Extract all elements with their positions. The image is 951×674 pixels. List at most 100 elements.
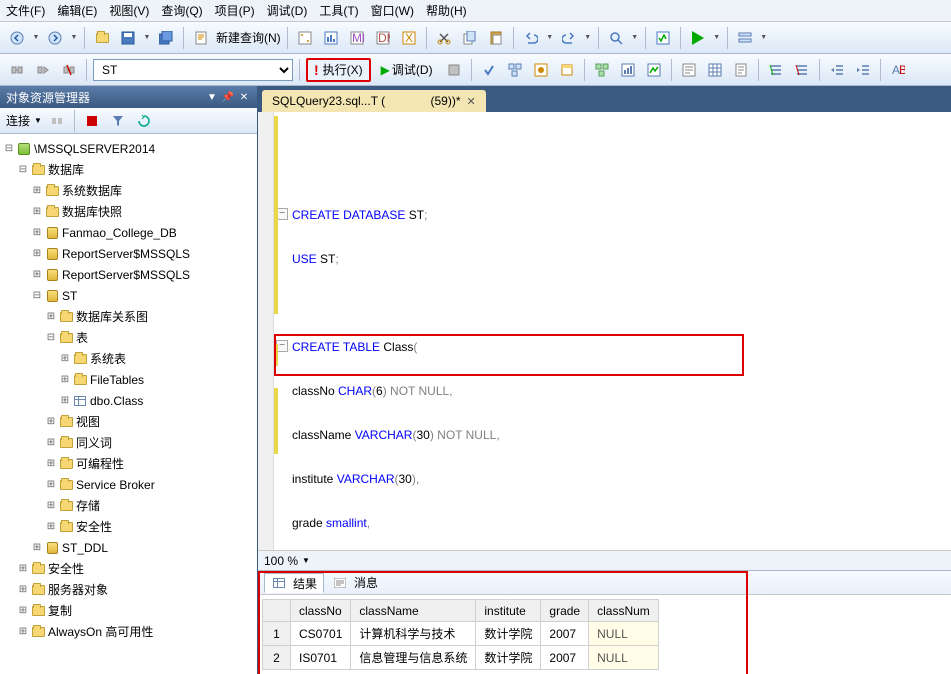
collapse-icon[interactable]: ⊟ [16,164,30,175]
menu-help[interactable]: 帮助(H) [426,2,467,19]
cell[interactable]: CS0701 [291,622,351,646]
copy-icon[interactable] [459,27,481,49]
include-plan-icon[interactable] [591,59,613,81]
tree-diagrams[interactable]: 数据库关系图 [76,308,148,325]
col-header[interactable]: className [351,600,476,622]
tree-db2[interactable]: ReportServer$MSSQLS [62,247,190,261]
cell[interactable]: 2007 [541,646,589,670]
col-header[interactable]: classNo [291,600,351,622]
find-icon[interactable] [605,27,627,49]
expand-icon[interactable]: ⊞ [44,458,58,469]
expand-icon[interactable]: ⊞ [30,185,44,196]
collapse-icon[interactable]: ⊟ [2,143,16,154]
expand-icon[interactable]: ⊞ [30,227,44,238]
undo-dropdown[interactable]: ▼ [546,27,554,49]
query-designer-icon[interactable] [294,27,316,49]
comment-out-icon[interactable] [765,59,787,81]
tree-systables[interactable]: 系统表 [90,350,126,367]
collapse-icon[interactable]: ⊟ [44,332,58,343]
menu-project[interactable]: 项目(P) [215,2,255,19]
uncomment-icon[interactable] [791,59,813,81]
paste-icon[interactable] [485,27,507,49]
tab-close-icon[interactable]: ✕ [467,95,476,108]
increase-indent-icon[interactable] [852,59,874,81]
cell[interactable]: 数计学院 [476,646,541,670]
connect-icon[interactable] [6,59,28,81]
zoom-level[interactable]: 100 % [264,554,298,568]
tree-serverobjects[interactable]: 服务器对象 [48,581,108,598]
expand-icon[interactable]: ⊞ [16,584,30,595]
tree-st[interactable]: ST [62,289,77,303]
cell-null[interactable]: NULL [589,622,659,646]
saveall-icon[interactable] [155,27,177,49]
menu-tools[interactable]: 工具(T) [319,2,358,19]
results-grid-icon[interactable] [704,59,726,81]
editor-tab[interactable]: SQLQuery23.sql...T (xxxxxxx (59))* ✕ [262,90,486,112]
expand-icon[interactable]: ⊞ [44,437,58,448]
cell[interactable]: 2007 [541,622,589,646]
decrease-indent-icon[interactable] [826,59,848,81]
tree-snapshot[interactable]: 数据库快照 [62,203,122,220]
forward-icon[interactable] [44,27,66,49]
run-icon[interactable] [687,27,709,49]
menu-window[interactable]: 窗口(W) [371,2,414,19]
tree-programmability[interactable]: 可编程性 [76,455,124,472]
analysis-icon[interactable] [320,27,342,49]
live-stats-icon[interactable] [643,59,665,81]
save-icon[interactable] [117,27,139,49]
database-select[interactable]: ST [93,59,293,81]
expand-icon[interactable]: ⊞ [44,521,58,532]
tree-db1[interactable]: Fanmao_College_DB [62,226,177,240]
table-row[interactable]: 1 CS0701 计算机科学与技术 数计学院 2007 NULL [263,622,659,646]
tree-sysdb[interactable]: 系统数据库 [62,182,122,199]
expand-icon[interactable]: ⊞ [30,269,44,280]
specify-values-icon[interactable]: AB [887,59,909,81]
cell[interactable]: IS0701 [291,646,351,670]
code-area[interactable]: −CREATE DATABASE ST; USE ST; −CREATE TAB… [274,112,951,550]
activity-icon[interactable] [652,27,674,49]
tree-servicebroker[interactable]: Service Broker [76,478,155,492]
object-tree[interactable]: ⊟\MSSQLSERVER2014 ⊟数据库 ⊞系统数据库 ⊞数据库快照 ⊞Fa… [0,134,257,674]
cell[interactable]: 计算机科学与技术 [351,622,476,646]
expand-icon[interactable]: ⊞ [44,311,58,322]
tree-views[interactable]: 视图 [76,413,100,430]
menu-debug[interactable]: 调试(D) [267,2,308,19]
col-header[interactable]: grade [541,600,589,622]
col-header[interactable]: institute [476,600,541,622]
run-dropdown[interactable]: ▼ [713,27,721,49]
debug-button[interactable]: ▶调试(D) [375,59,439,81]
expand-icon[interactable]: ⊞ [30,542,44,553]
tree-db3[interactable]: ReportServer$MSSQLS [62,268,190,282]
expand-icon[interactable]: ⊞ [16,626,30,637]
panel-pin-icon[interactable]: 📌 [221,90,235,104]
tree-tables[interactable]: 表 [76,329,88,346]
include-stats-icon[interactable] [617,59,639,81]
newquery-label[interactable]: 新建查询(N) [216,29,281,46]
undo-icon[interactable] [520,27,542,49]
cut-icon[interactable] [433,27,455,49]
results-grid[interactable]: classNo className institute grade classN… [258,595,951,674]
back-dropdown[interactable]: ▼ [32,27,40,49]
open-icon[interactable] [91,27,113,49]
code-editor[interactable]: −CREATE DATABASE ST; USE ST; −CREATE TAB… [258,112,951,550]
tree-dboclass[interactable]: dbo.Class [90,394,143,408]
comment-icon[interactable] [734,27,756,49]
results-tab-result[interactable]: 结果 [264,573,324,593]
col-header[interactable]: classNum [589,600,659,622]
tree-databases[interactable]: 数据库 [48,161,84,178]
disconnect-icon[interactable] [58,59,80,81]
estimated-plan-icon[interactable] [504,59,526,81]
cell[interactable]: 数计学院 [476,622,541,646]
forward-dropdown[interactable]: ▼ [70,27,78,49]
mdx-icon[interactable]: MDX [346,27,368,49]
dmx-icon[interactable]: DMX [372,27,394,49]
panel-dropdown-icon[interactable]: ▼ [205,90,219,104]
tree-security[interactable]: 安全性 [76,518,112,535]
menu-edit[interactable]: 编辑(E) [57,2,97,19]
tree-alwayson[interactable]: AlwaysOn 高可用性 [48,623,153,640]
cell-null[interactable]: NULL [589,646,659,670]
redo-icon[interactable] [558,27,580,49]
expand-icon[interactable]: ⊞ [44,500,58,511]
refresh-icon[interactable] [133,110,155,132]
menu-query[interactable]: 查询(Q) [161,2,202,19]
